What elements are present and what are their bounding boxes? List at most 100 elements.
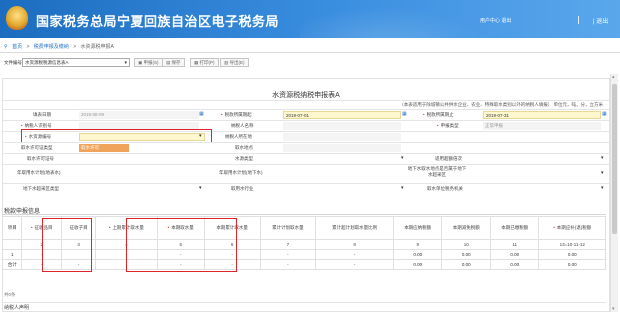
permit-type-label: 取水许可证类型 (21, 145, 53, 150)
save-button[interactable]: ▤ 保存 (162, 58, 185, 67)
intake-location-field[interactable] (283, 144, 401, 152)
col-number: 7 (259, 239, 317, 250)
home-icon[interactable]: ⚲ (4, 44, 8, 50)
col-header: 累计计划取水量 (259, 216, 317, 240)
breadcrumb-current: 水资源税申报A (80, 44, 114, 50)
declare-type-label-text: 申报类型 (440, 123, 459, 128)
file-select[interactable]: 水资源税税源信息表A ▾ (22, 58, 130, 67)
form-note-row: （本表适用于除城镇公共供水企业、农业、特殊取水类别以外的纳税人填报） 单位元，吨… (3, 100, 609, 108)
breadcrumb-sep: > (73, 44, 77, 50)
fill-date-field[interactable]: 2019-08-09 (79, 111, 199, 119)
table-cell: - (259, 259, 317, 270)
annual-plan-under-label: 年取用水计划(地下水) (219, 170, 263, 175)
taxpayer-address-field[interactable] (283, 133, 401, 141)
breadcrumb-home[interactable]: 首页 (12, 44, 22, 50)
form-row-dates: 填表日期 2019-08-09 ▦ • 税款所属期起 2019-07-01 ▦ •… (3, 109, 609, 119)
underground-area-label: 地下水取水地点是否属于地下水超采区 (407, 166, 467, 177)
col-header: 本期已缴税额 (489, 216, 540, 240)
col-header: • 本期应补(退)税额 (538, 216, 606, 240)
table-cell: 0.00 (392, 249, 443, 260)
print-button[interactable]: ▦ 打印(P) (190, 58, 219, 67)
chevron-down-icon[interactable]: ▾ (401, 185, 404, 191)
table-cell: 0.00 (538, 259, 606, 270)
declare-type-label: • 申报类型 (437, 123, 459, 129)
tax-emblem-icon (6, 6, 28, 30)
logout-link[interactable]: | 退出 (593, 16, 608, 25)
table-cell: - (315, 259, 394, 270)
col-number: 9 (392, 239, 443, 250)
period-start-field[interactable]: 2019-07-01 (283, 111, 401, 119)
print-button-label: 打印(P) (199, 60, 215, 65)
export-button[interactable]: ▥ 导出(E) (220, 58, 249, 67)
page-scrollbar[interactable]: ▴ ▾ (610, 74, 618, 312)
scrollbar-thumb[interactable] (612, 84, 617, 234)
scroll-up-icon[interactable]: ▴ (612, 74, 615, 80)
permit-type-tag: 取水许可 (79, 144, 129, 152)
tax-authority-label: 取水单位税务机关 (427, 186, 463, 191)
calendar-icon[interactable]: ▦ (402, 111, 407, 117)
required-marker: • (30, 225, 33, 230)
col-number: 10 (441, 239, 491, 250)
chevron-down-icon[interactable]: ▾ (601, 185, 604, 191)
required-marker: • (423, 112, 425, 117)
chevron-down-icon: ▾ (124, 60, 127, 66)
chevron-down-icon[interactable]: ▾ (199, 185, 202, 191)
banner-separator (578, 16, 579, 24)
footer-divider (2, 302, 606, 303)
fill-date-label: 填表日期 (33, 112, 51, 117)
chevron-down-icon[interactable]: ▾ (401, 155, 404, 161)
highlight-water-source (21, 129, 212, 143)
period-end-field[interactable]: 2019-07-31 (483, 111, 601, 119)
overdraft-label: 适用超额倍次 (435, 156, 462, 161)
user-menu[interactable]: 用户中心 退出 (480, 17, 511, 24)
col-number: 13=10-11-12 (538, 239, 606, 250)
underground-type-label: 地下水超采区类型 (23, 186, 59, 191)
site-title: 国家税务总局宁夏回族自治区电子税务局 (36, 14, 280, 29)
required-marker: • (221, 112, 223, 117)
period-end-label: • 税款所属期止 (423, 112, 454, 118)
table-row: 1 - - - - - - 0.00 0.00 0.00 0.00 (1, 249, 606, 260)
highlight-water-volume (126, 218, 237, 272)
chevron-down-icon[interactable]: ▾ (601, 170, 604, 176)
col-header-text: 本期应补(退)税额 (556, 225, 592, 230)
col-header: 本期应纳税额 (392, 216, 443, 240)
form-title: 水资源税纳税申报表A (272, 92, 340, 99)
calendar-icon[interactable]: ▦ (199, 111, 204, 117)
table-header-row: 项目 • 征收品目 征收子目 • 上期累计取水量 • 本期取水量 本期累计取水量 累计… (1, 216, 606, 240)
breadcrumb: ⚲ 首页 > 税费申报及缴纳 > 水资源税申报A (4, 43, 117, 50)
breadcrumb-tax-filing[interactable]: 税费申报及缴纳 (34, 44, 69, 50)
required-marker: • (437, 123, 439, 128)
calendar-icon[interactable]: ▦ (602, 111, 607, 117)
table-cell: 0.00 (441, 249, 491, 260)
export-button-label: 导出(E) (229, 60, 245, 65)
period-start-label: • 税款所属期起 (221, 112, 252, 118)
file-select-value: 水资源税税源信息表A (25, 60, 69, 65)
scroll-down-icon[interactable]: ▾ (612, 306, 615, 312)
submit-button-label: 申报(S) (143, 60, 159, 65)
footer-section-title: 纳税人声明 (4, 305, 30, 311)
table-cell: 1 (1, 249, 23, 260)
form-note: （本表适用于除城镇公共供水企业、农业、特殊取水类别以外的纳税人填报） 单位元，吨… (399, 102, 603, 107)
permit-no-label: 取水许可证号 (27, 156, 54, 161)
water-industry-label: 取用水行业 (231, 186, 254, 191)
table-cell: 合计 (1, 259, 23, 270)
section-divider (2, 214, 606, 215)
intake-location-label: 取水地点 (235, 145, 253, 150)
table-cell: 0.00 (441, 259, 491, 270)
col-header: 项目 (1, 216, 23, 240)
declare-type-field[interactable]: 正常申报 (483, 122, 601, 130)
banner-decoration (300, 0, 500, 38)
tax-declaration-table: 项目 • 征收品目 征收子目 • 上期累计取水量 • 本期取水量 本期累计取水量 累计… (1, 216, 606, 270)
submit-button[interactable]: ▣ 申报(S) (134, 58, 163, 67)
col-number (1, 239, 23, 250)
table-cell: - (259, 249, 317, 260)
col-header: 累计超计划取水量比例 (315, 216, 394, 240)
chevron-down-icon[interactable]: ▾ (601, 155, 604, 161)
period-start-label-text: 税款所属期起 (224, 112, 252, 117)
save-button-label: 保存 (171, 60, 181, 65)
form-row-annual-plan: 年取用水计划(地表水) 年取用水计划(地下水) 地下水取水地点是否属于地下水超采… (3, 164, 609, 182)
water-type-label: 水源类型 (235, 156, 253, 161)
annual-plan-label: 年取用水计划(地表水) (17, 170, 61, 175)
form-row-permit-no: 取水许可证号 水源类型 ▾ 适用超额倍次 ▾ (3, 153, 609, 163)
taxpayer-name-field[interactable] (283, 122, 401, 130)
